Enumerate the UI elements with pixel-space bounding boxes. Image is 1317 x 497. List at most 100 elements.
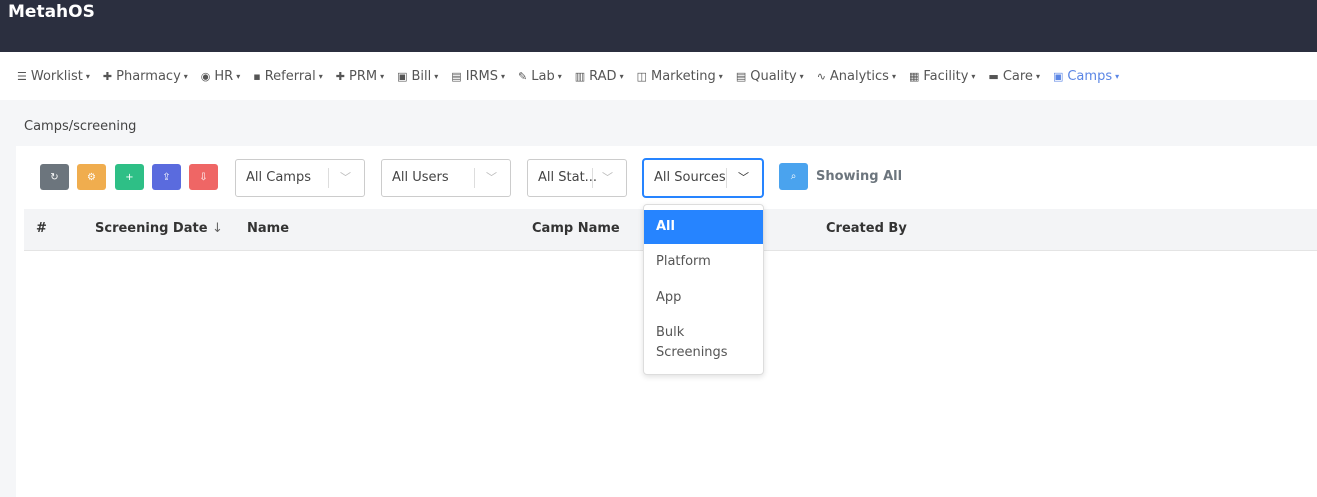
list-icon: ☰ xyxy=(17,69,27,83)
nav-item-irms[interactable]: ▤ IRMS ▾ xyxy=(451,69,505,84)
money-icon: ▣ xyxy=(397,69,408,83)
select-separator xyxy=(726,168,727,188)
nav-label: Lab xyxy=(531,68,555,84)
camps-filter-select[interactable]: All Camps ﹀ xyxy=(235,159,365,197)
nav-label: HR xyxy=(214,68,234,84)
clipboard-icon: ▤ xyxy=(735,69,747,83)
film-icon: ▥ xyxy=(574,69,586,83)
select-separator xyxy=(474,168,475,188)
nav-item-analytics[interactable]: ∿ Analytics ▾ xyxy=(817,69,896,84)
plus-icon: ✚ xyxy=(102,69,113,83)
nav-item-marketing[interactable]: ◫ Marketing ▾ xyxy=(637,69,723,84)
caret-down-icon: ▾ xyxy=(318,71,323,81)
bed-icon: ▬ xyxy=(988,69,999,83)
column-header-created-by[interactable]: Created By xyxy=(826,221,907,236)
search-icon: ⌕ xyxy=(790,171,797,182)
camps-filter-value: All Camps xyxy=(246,170,311,185)
referral-icon: ▪ xyxy=(253,69,261,83)
caret-down-icon: ▾ xyxy=(799,71,804,81)
caret-down-icon: ▾ xyxy=(434,71,439,81)
nav-label: Camps xyxy=(1067,68,1113,84)
pen-icon: ✎ xyxy=(518,69,528,83)
caret-down-icon: ▾ xyxy=(718,71,723,81)
arrow-down-icon: ↓ xyxy=(212,221,223,236)
id-card-icon: ▤ xyxy=(451,69,462,83)
column-header-camp-name[interactable]: Camp Name xyxy=(532,221,620,236)
main-nav: ☰ Worklist ▾ ✚ Pharmacy ▾ ◉ HR ▾ ▪ Referral ▾ ✚ P… xyxy=(0,52,1317,100)
caret-down-icon: ▾ xyxy=(380,71,385,81)
nav-label: Quality xyxy=(750,68,797,84)
chevron-down-icon: ﹀ xyxy=(340,171,351,184)
nav-label: Bill xyxy=(411,68,432,84)
chevron-down-icon: ﹀ xyxy=(738,171,749,184)
showing-status: Showing All xyxy=(816,169,903,184)
nav-item-referral[interactable]: ▪ Referral ▾ xyxy=(253,69,323,84)
caret-down-icon: ▾ xyxy=(557,71,562,81)
nav-item-hr[interactable]: ◉ HR ▾ xyxy=(201,69,240,84)
column-header-label: Screening Date xyxy=(95,221,208,236)
app-title: MetahOS xyxy=(8,2,95,22)
pulse-icon: ∿ xyxy=(816,69,826,83)
nav-label: Pharmacy xyxy=(116,68,181,84)
nav-item-pharmacy[interactable]: ✚ Pharmacy ▾ xyxy=(103,69,188,84)
bag-icon: ◫ xyxy=(636,69,647,83)
download-icon: ⇩ xyxy=(199,171,208,183)
top-bar: MetahOS xyxy=(0,0,1317,52)
nav-item-camps[interactable]: ▣ Camps ▾ xyxy=(1053,69,1119,84)
nav-label: Marketing xyxy=(651,68,716,84)
nav-item-facility[interactable]: ▦ Facility ▾ xyxy=(909,69,975,84)
nav-item-bill[interactable]: ▣ Bill ▾ xyxy=(397,69,438,84)
chevron-down-icon: ﹀ xyxy=(602,171,613,184)
upload-button[interactable]: ⇪ xyxy=(152,164,181,190)
building-icon: ▦ xyxy=(908,69,920,83)
caret-down-icon: ▾ xyxy=(183,71,188,81)
gear-icon: ⚙ xyxy=(87,171,96,183)
column-header-name[interactable]: Name xyxy=(247,221,289,236)
nav-label: Worklist xyxy=(30,68,83,84)
nav-item-prm[interactable]: ✚ PRM ▾ xyxy=(336,69,384,84)
select-separator xyxy=(592,168,593,188)
dropdown-option-bulk-screenings[interactable]: Bulk Screenings xyxy=(644,323,734,363)
caret-down-icon: ▾ xyxy=(85,71,90,81)
upload-icon: ⇪ xyxy=(162,171,171,183)
nav-label: Facility xyxy=(923,68,969,84)
caret-down-icon: ▾ xyxy=(1035,71,1040,81)
chevron-down-icon: ﹀ xyxy=(486,171,497,184)
sources-filter-value: All Sources xyxy=(654,170,726,185)
users-filter-value: All Users xyxy=(392,170,449,185)
users-filter-select[interactable]: All Users ﹀ xyxy=(381,159,511,197)
caret-down-icon: ▾ xyxy=(619,71,624,81)
download-button[interactable]: ⇩ xyxy=(189,164,218,190)
caret-down-icon: ▾ xyxy=(501,71,506,81)
nav-label: Referral xyxy=(264,68,316,84)
plus-icon: ✚ xyxy=(335,69,345,83)
search-button[interactable]: ⌕ xyxy=(779,163,808,190)
nav-item-rad[interactable]: ▥ RAD ▾ xyxy=(575,69,624,84)
nav-item-quality[interactable]: ▤ Quality ▾ xyxy=(736,69,804,84)
nav-label: IRMS xyxy=(465,68,499,84)
nav-label: PRM xyxy=(348,68,378,84)
status-filter-select[interactable]: All Stat... ﹀ xyxy=(527,159,627,197)
refresh-icon: ↻ xyxy=(50,171,59,183)
dropdown-option-platform[interactable]: Platform xyxy=(644,252,763,272)
status-filter-value: All Stat... xyxy=(538,170,598,185)
dropdown-option-app[interactable]: App xyxy=(644,288,763,308)
caret-down-icon: ▾ xyxy=(1115,71,1120,81)
add-button[interactable]: + xyxy=(115,164,144,190)
user-circle-icon: ◉ xyxy=(200,69,211,83)
caret-down-icon: ▾ xyxy=(236,71,241,81)
column-header-index: # xyxy=(36,221,47,236)
breadcrumb: Camps/screening xyxy=(24,119,137,134)
nav-label: RAD xyxy=(589,68,617,84)
nav-item-lab[interactable]: ✎ Lab ▾ xyxy=(518,69,562,84)
sources-filter-select[interactable]: All Sources ﹀ xyxy=(643,159,763,197)
plus-icon: + xyxy=(125,171,134,183)
settings-button[interactable]: ⚙ xyxy=(77,164,106,190)
nav-item-care[interactable]: ▬ Care ▾ xyxy=(988,69,1040,84)
nav-item-worklist[interactable]: ☰ Worklist ▾ xyxy=(17,69,90,84)
caret-down-icon: ▾ xyxy=(971,71,976,81)
dropdown-option-all[interactable]: All xyxy=(644,210,763,244)
column-header-screening-date[interactable]: Screening Date ↓ xyxy=(95,221,223,236)
briefcase-icon: ▣ xyxy=(1052,69,1064,83)
refresh-button[interactable]: ↻ xyxy=(40,164,69,190)
